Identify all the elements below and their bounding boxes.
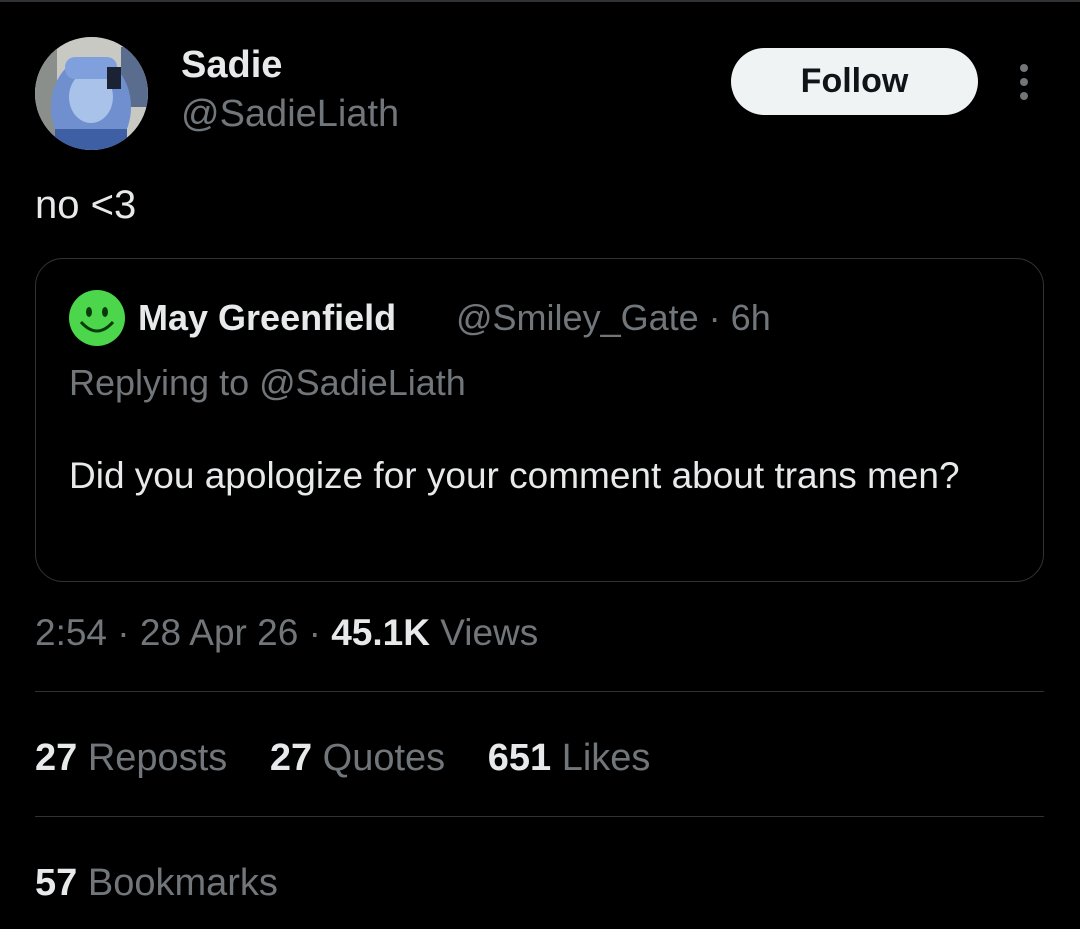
likes-label: Likes <box>561 737 651 779</box>
quoted-tweet-card[interactable]: May Greenfield @Smiley_Gate · 6h Replyin… <box>35 258 1044 582</box>
author-handle[interactable]: @SadieLiath <box>181 93 399 136</box>
bookmarks-stat[interactable]: 57 Bookmarks <box>35 862 278 905</box>
top-border <box>0 0 1080 2</box>
reposts-label: Reposts <box>87 737 228 779</box>
bookmarks-label: Bookmarks <box>87 862 278 904</box>
meta-separator: · <box>708 297 721 338</box>
meta-separator: · <box>308 612 321 653</box>
quoted-time[interactable]: 6h <box>731 297 771 338</box>
quoted-tweet-text: Did you apologize for your comment about… <box>69 455 960 496</box>
divider <box>35 816 1044 817</box>
meta-separator: · <box>117 612 130 653</box>
divider <box>35 691 1044 692</box>
quotes-stat[interactable]: 27 Quotes <box>270 737 456 779</box>
views-count: 45.1K <box>331 612 430 653</box>
quoted-author-name[interactable]: May Greenfield <box>138 297 396 339</box>
tweet-time[interactable]: 2:54 <box>35 612 107 653</box>
author-avatar[interactable] <box>35 37 148 150</box>
more-vertical-icon[interactable] <box>1004 60 1044 104</box>
author-name[interactable]: Sadie <box>181 44 282 87</box>
replying-to-handle[interactable]: @SadieLiath <box>259 362 466 403</box>
tweet-meta: 2:54 · 28 Apr 26 · 45.1K Views <box>35 612 538 654</box>
quoted-author-handle[interactable]: @Smiley_Gate <box>456 297 699 338</box>
likes-count: 651 <box>487 737 552 779</box>
profile-photo <box>35 37 148 150</box>
views-label: Views <box>440 612 539 653</box>
quotes-count: 27 <box>269 737 313 779</box>
engagement-stats: 27 Reposts 27 Quotes 651 Likes <box>35 737 682 780</box>
reposts-stat[interactable]: 27 Reposts <box>35 737 238 779</box>
quoted-author-meta: @Smiley_Gate · 6h <box>456 297 771 339</box>
replying-to: Replying to @SadieLiath <box>69 362 466 404</box>
likes-stat[interactable]: 651 Likes <box>488 737 651 779</box>
quotes-label: Quotes <box>322 737 446 779</box>
smiley-face-icon[interactable] <box>69 290 125 346</box>
follow-button[interactable]: Follow <box>731 48 978 115</box>
reposts-count: 27 <box>35 737 78 779</box>
tweet-text: no <3 <box>35 183 137 227</box>
tweet-date[interactable]: 28 Apr 26 <box>140 612 298 653</box>
replying-to-label: Replying to <box>69 362 250 403</box>
bookmarks-count: 57 <box>35 862 78 904</box>
